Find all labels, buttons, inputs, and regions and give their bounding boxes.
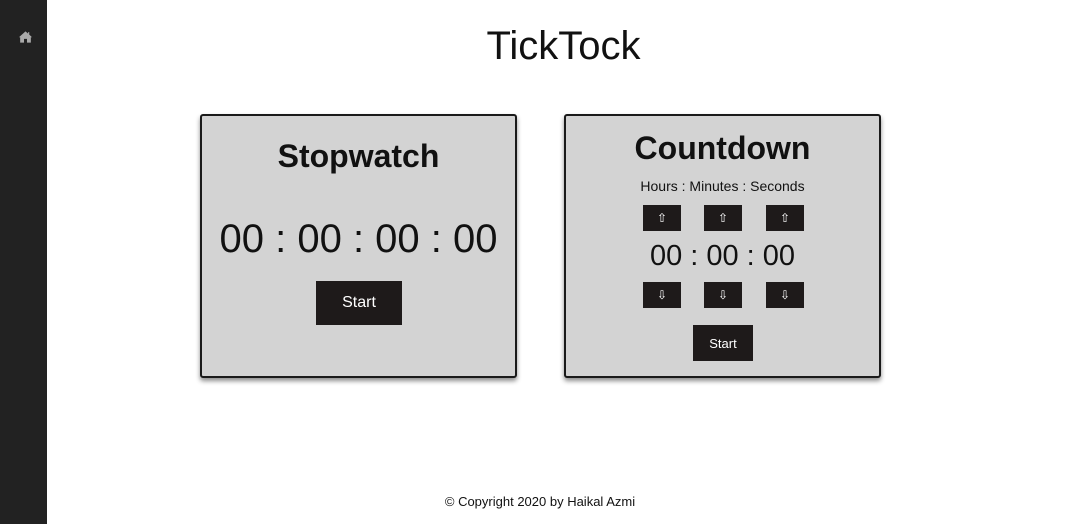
footer-copyright: © Copyright 2020 by Haikal Azmi xyxy=(444,494,636,509)
stopwatch-card: Stopwatch 00 : 00 : 00 : 00 Start xyxy=(200,114,517,378)
countdown-display: 00 : 00 : 00 xyxy=(649,240,796,272)
hours-increment-button[interactable]: ⇧ xyxy=(643,205,681,231)
seconds-decrement-button[interactable]: ⇩ xyxy=(766,282,804,308)
stopwatch-title: Stopwatch xyxy=(277,138,440,174)
countdown-title: Countdown xyxy=(634,130,811,166)
countdown-format-label: Hours : Minutes : Seconds xyxy=(640,178,805,194)
minutes-increment-button[interactable]: ⇧ xyxy=(704,205,742,231)
countdown-start-button[interactable]: Start xyxy=(693,325,753,361)
seconds-increment-button[interactable]: ⇧ xyxy=(766,205,804,231)
stopwatch-start-button[interactable]: Start xyxy=(316,281,402,325)
stopwatch-display: 00 : 00 : 00 : 00 xyxy=(219,217,498,261)
sidebar xyxy=(0,0,47,524)
page-title: TickTock xyxy=(486,24,641,68)
hours-decrement-button[interactable]: ⇩ xyxy=(643,282,681,308)
countdown-card: Countdown Hours : Minutes : Seconds ⇧ ⇧ … xyxy=(564,114,881,378)
minutes-decrement-button[interactable]: ⇩ xyxy=(704,282,742,308)
home-icon[interactable] xyxy=(18,30,33,44)
